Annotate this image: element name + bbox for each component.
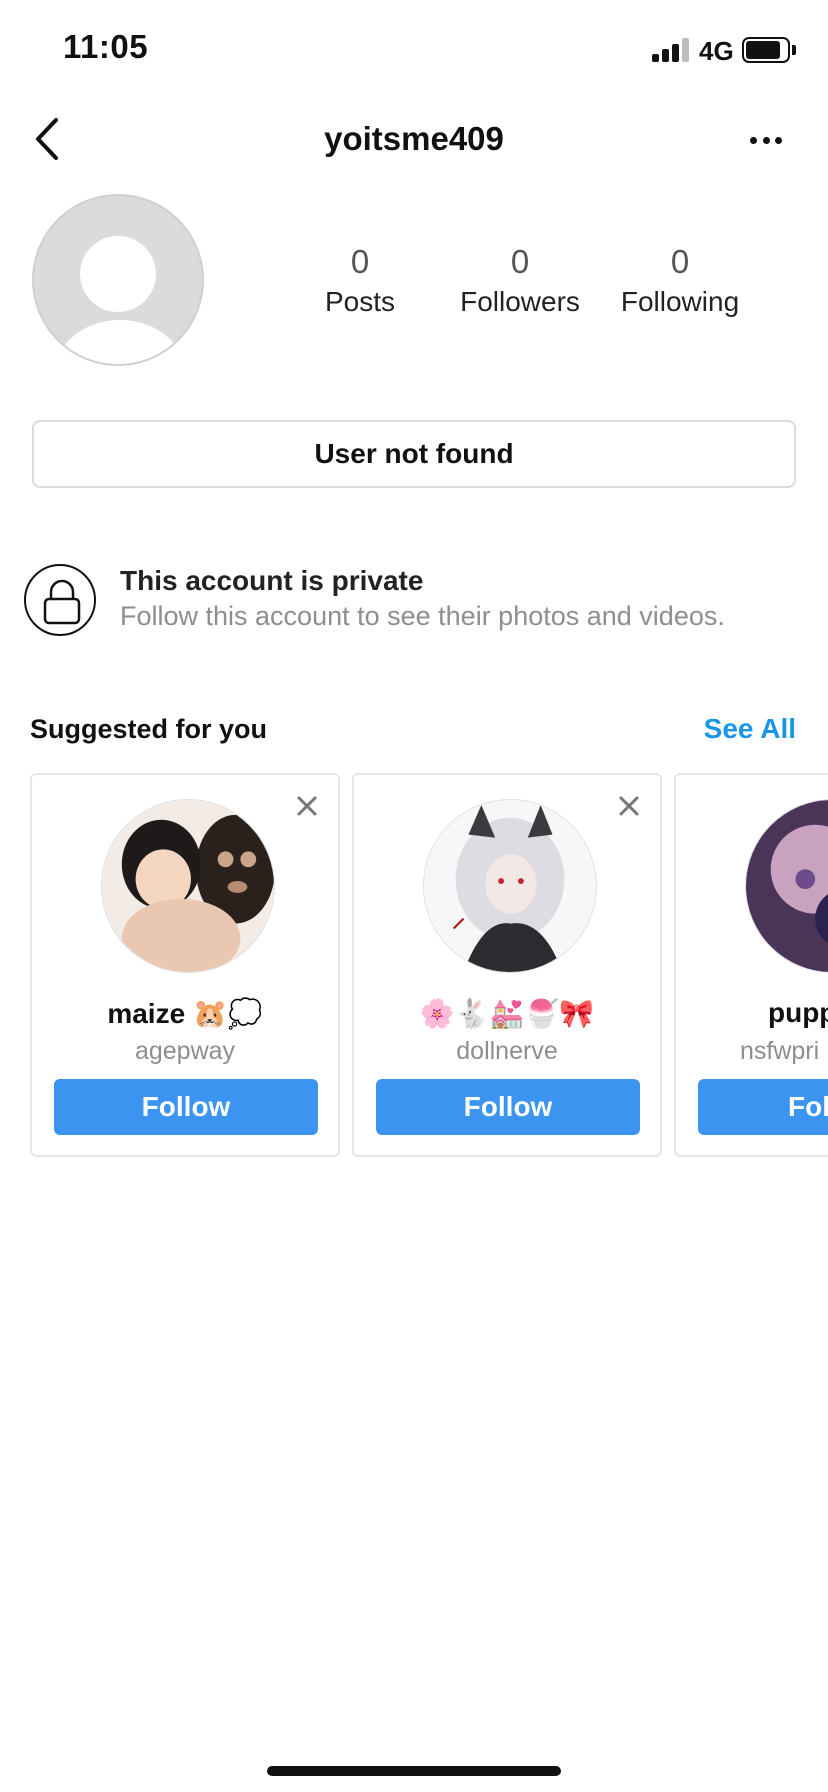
- suggestion-name: pupp: [768, 997, 828, 1028]
- user-not-found-button[interactable]: User not found: [32, 420, 796, 488]
- stat-followers[interactable]: 0 Followers: [450, 242, 590, 320]
- see-all-link[interactable]: See All: [704, 713, 796, 745]
- suggestion-handle: nsfwpri: [740, 1037, 820, 1065]
- suggestion-card[interactable]: pupp nsfwpri Fol: [674, 773, 828, 1157]
- follow-button[interactable]: Fol: [698, 1079, 828, 1135]
- status-bar: 11:05 4G: [0, 0, 828, 100]
- follow-button[interactable]: Follow: [376, 1079, 640, 1135]
- suggestion-avatar[interactable]: [101, 799, 275, 973]
- suggestion-avatar[interactable]: [745, 799, 828, 973]
- lock-icon: [24, 564, 96, 636]
- follow-button[interactable]: Follow: [54, 1079, 318, 1135]
- stat-following[interactable]: 0 Following: [610, 242, 750, 320]
- posts-label: Posts: [324, 286, 396, 317]
- suggestion-card[interactable]: 🌸🐇💒🍧🎀 dollnerve Follow: [352, 773, 662, 1157]
- battery-tip: [792, 45, 796, 55]
- suggestion-name: 🌸🐇💒🍧🎀: [419, 998, 595, 1029]
- home-indicator[interactable]: [267, 1766, 561, 1776]
- profile-screen: 11:05 4G yoitsme409 0 Posts 0 Followers …: [0, 0, 828, 1792]
- private-account-title: This account is private: [120, 565, 424, 596]
- followers-count: 0: [510, 243, 530, 280]
- suggestion-avatar[interactable]: [423, 799, 597, 973]
- profile-username: yoitsme409: [324, 120, 504, 157]
- stat-posts[interactable]: 0 Posts: [290, 242, 430, 320]
- suggestion-handle: dollnerve: [456, 1037, 558, 1065]
- more-options-icon[interactable]: [744, 120, 788, 160]
- dismiss-suggestion-icon[interactable]: [294, 793, 320, 819]
- suggestion-handle: agepway: [134, 1037, 236, 1065]
- battery-icon: [742, 37, 790, 63]
- suggestion-name: maize 🐹💭: [107, 998, 263, 1029]
- posts-count: 0: [350, 243, 370, 280]
- following-label: Following: [620, 286, 740, 317]
- network-type: 4G: [699, 36, 734, 66]
- profile-avatar: [32, 194, 204, 366]
- status-time: 11:05: [63, 28, 149, 65]
- avatar-placeholder-body: [54, 320, 186, 364]
- suggested-title: Suggested for you: [30, 714, 268, 744]
- private-account-subtitle: Follow this account to see their photos …: [120, 601, 725, 631]
- following-count: 0: [670, 243, 690, 280]
- avatar-placeholder-head: [80, 236, 156, 312]
- profile-header: yoitsme409: [0, 100, 828, 180]
- suggestion-card[interactable]: maize 🐹💭 agepway Follow: [30, 773, 340, 1157]
- cellular-signal-icon: [652, 38, 690, 62]
- dismiss-suggestion-icon[interactable]: [616, 793, 642, 819]
- followers-label: Followers: [460, 286, 580, 317]
